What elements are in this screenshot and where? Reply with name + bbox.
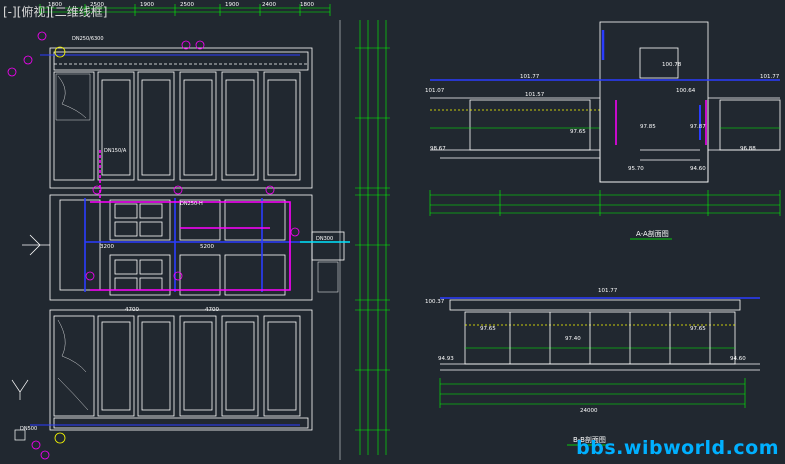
svg-text:DN250-H: DN250-H [180,201,203,207]
svg-text:4700: 4700 [125,307,139,313]
viewport-label[interactable]: [-][俯视][二维线框] [3,3,107,20]
svg-text:101.77: 101.77 [760,74,780,80]
svg-text:DN500: DN500 [20,426,37,432]
plan-callouts [7,31,300,460]
svg-text:DN300: DN300 [316,236,333,242]
section-a-dimensions [429,190,781,216]
svg-text:DN250/6300: DN250/6300 [72,36,104,42]
svg-text:4700: 4700 [205,307,219,313]
plan-pipe-labels: DN250/6300 DN250-H DN300 DN500 DN150/A [20,36,333,432]
svg-text:97.65: 97.65 [690,326,706,332]
svg-text:1800: 1800 [300,2,314,8]
svg-text:94.60: 94.60 [690,166,706,172]
section-a-a [430,21,781,183]
svg-text:96.88: 96.88 [740,146,756,152]
section-b-dimensions [439,378,746,408]
svg-text:95.70: 95.70 [628,166,644,172]
svg-text:2400: 2400 [262,2,276,8]
svg-text:24000: 24000 [580,408,598,414]
plan-view [22,4,390,460]
svg-text:5200: 5200 [200,244,214,250]
svg-text:97.65: 97.65 [480,326,496,332]
svg-text:94.93: 94.93 [438,356,454,362]
svg-text:1900: 1900 [140,2,154,8]
svg-text:101.57: 101.57 [525,92,545,98]
watermark: bbs.wibworld.com [576,437,779,459]
svg-text:100.64: 100.64 [676,88,696,94]
svg-text:97.40: 97.40 [565,336,581,342]
svg-text:101.07: 101.07 [425,88,445,94]
cad-drawing-canvas[interactable]: A-A剖面图 B-B剖面图 101.77 101.77 100.78 100.6… [0,0,785,464]
svg-text:1900: 1900 [225,2,239,8]
svg-text:97.87: 97.87 [690,124,706,130]
svg-text:100.78: 100.78 [662,62,682,68]
svg-text:94.60: 94.60 [730,356,746,362]
svg-text:101.77: 101.77 [598,288,618,294]
svg-text:2500: 2500 [180,2,194,8]
section-b-b [440,297,760,371]
svg-text:100.37: 100.37 [425,299,445,305]
svg-text:97.85: 97.85 [640,124,656,130]
svg-text:98.67: 98.67 [430,146,446,152]
svg-text:DN150/A: DN150/A [104,148,127,154]
svg-text:97.65: 97.65 [570,129,586,135]
section-a-title: A-A剖面图 [636,229,669,238]
svg-text:3200: 3200 [100,244,114,250]
section-a-elevation-labels: 101.77 101.77 100.78 100.64 101.57 101.0… [425,62,780,172]
svg-text:101.77: 101.77 [520,74,540,80]
